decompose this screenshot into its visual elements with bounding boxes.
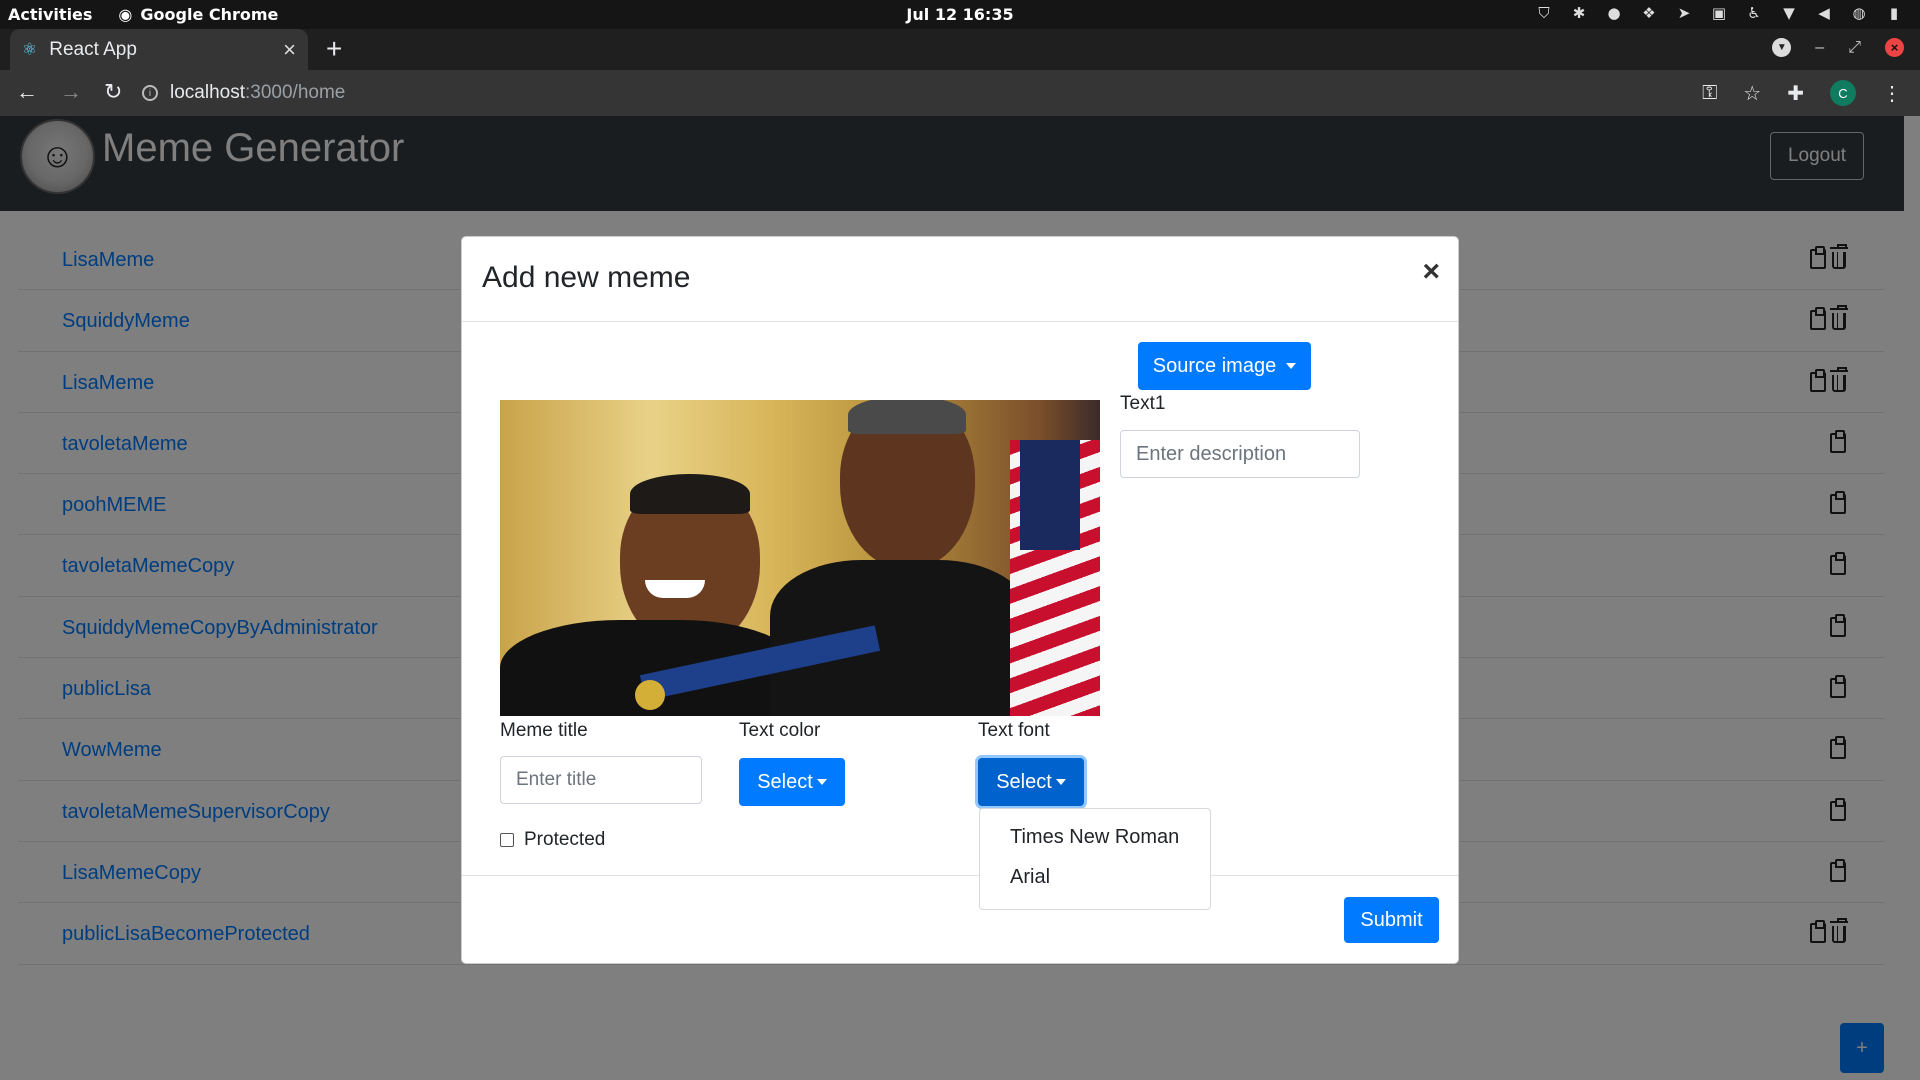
forward-icon[interactable]: → [60,79,82,105]
add-meme-modal: Add new meme × Source image Text1 Meme t… [461,236,1459,964]
react-icon: ⚛ [22,39,38,59]
microphone-icon[interactable]: ◍ [1851,4,1867,22]
reload-icon[interactable]: ↻ [104,79,122,105]
star-icon[interactable]: ☆ [1743,81,1761,106]
back-icon[interactable]: ← [16,79,38,105]
window-controls: ▼ – ⤢ × [1772,38,1904,57]
meme-title-input[interactable] [500,756,702,804]
close-window-icon[interactable]: × [1885,38,1904,57]
chrome-icon: ◉ [118,5,133,24]
modal-title: Add new meme [482,261,691,294]
modal-footer-divider [462,875,1458,876]
clock[interactable]: Jul 12 16:35 [906,5,1013,24]
site-info-icon[interactable]: i [142,85,158,101]
text1-label: Text1 [1120,393,1166,414]
meme-suit-right [770,560,1030,716]
dropbox-icon[interactable]: ❖ [1641,4,1657,22]
meme-preview-image [500,400,1100,716]
accessibility-icon[interactable]: ♿ [1746,4,1762,22]
address-bar[interactable]: i localhost:3000/home [142,75,1732,111]
profile-avatar[interactable]: C [1830,80,1856,106]
protected-checkbox[interactable] [500,833,514,847]
browser-tab[interactable]: ⚛ React App × [10,29,308,70]
wifi-icon[interactable]: ▼ [1781,4,1797,22]
text-font-dropdown[interactable]: Select [978,758,1084,806]
system-tray[interactable]: ⛉ ✱ ● ❖ ➤ ▣ ♿ ▼ ◀ ◍ ▮ [1536,4,1902,22]
source-image-label: Source image [1152,354,1277,377]
text-font-select-label: Select [996,770,1052,793]
battery-icon[interactable]: ▮ [1886,4,1902,22]
slack-icon[interactable]: ✱ [1571,4,1587,22]
font-option-arial[interactable]: Arial [980,857,1210,897]
system-top-bar: Activities ◉ Google Chrome Jul 12 16:35 … [0,0,1920,29]
text-font-label: Text font [978,720,1050,741]
protected-checkbox-row[interactable]: Protected [500,829,605,851]
activities-button[interactable]: Activities [8,5,92,24]
protected-label: Protected [524,829,606,850]
browser-toolbar: ← → ↻ i localhost:3000/home ⚿ ☆ ✚ C ⋮ [0,70,1920,116]
close-icon[interactable]: × [1422,255,1440,289]
text-color-dropdown[interactable]: Select [739,758,845,806]
caret-down-icon [816,779,827,785]
text1-input[interactable] [1120,430,1360,478]
meme-title-label: Meme title [500,720,588,741]
tab-strip: ⚛ React App × + ▼ – ⤢ × [0,29,1920,70]
submit-button[interactable]: Submit [1344,897,1439,943]
text-color-label: Text color [739,720,821,741]
maximize-icon[interactable]: ⤢ [1848,39,1861,57]
modal-header: Add new meme × [462,237,1458,322]
check-icon[interactable]: ● [1606,4,1622,22]
key-icon[interactable]: ⚿ [1702,82,1717,105]
medal [635,680,665,710]
tab-close-icon[interactable]: × [283,37,296,63]
tab-title: React App [49,38,137,60]
font-option-times-new-roman[interactable]: Times New Roman [980,817,1210,857]
flag [1010,440,1100,716]
caret-down-icon [1286,363,1297,369]
minimize-icon[interactable]: – [1815,39,1824,57]
tab-search-icon[interactable]: ▼ [1772,38,1792,57]
app-name: Google Chrome [140,5,279,24]
caret-down-icon [1055,779,1066,785]
font-dropdown-menu: Times New Roman Arial [979,808,1211,910]
volume-icon[interactable]: ◀ [1816,4,1832,22]
new-tab-icon[interactable]: + [326,33,342,65]
app-menu[interactable]: ◉ Google Chrome [118,5,278,24]
shield-icon[interactable]: ⛉ [1536,4,1552,22]
window-icon[interactable]: ▣ [1711,4,1727,22]
url-host: localhost [170,82,245,103]
telegram-icon[interactable]: ➤ [1676,4,1692,22]
source-image-dropdown[interactable]: Source image [1138,342,1311,390]
url-path: :3000/home [245,82,346,103]
extensions-icon[interactable]: ✚ [1787,81,1804,106]
menu-icon[interactable]: ⋮ [1882,81,1902,106]
text-color-select-label: Select [757,770,813,793]
